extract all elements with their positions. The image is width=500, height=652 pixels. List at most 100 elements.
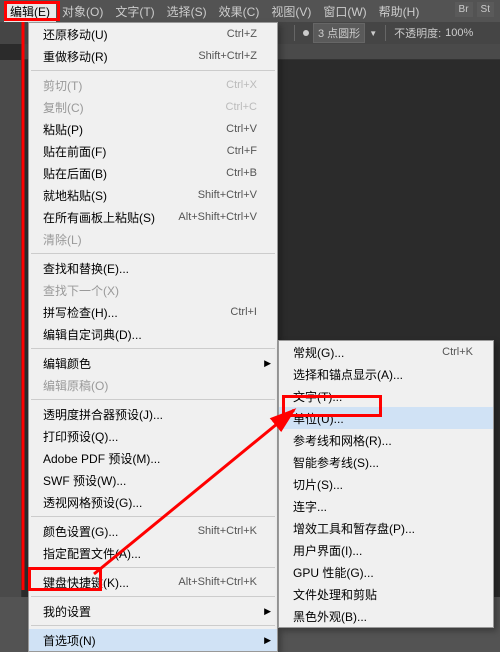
pref-submenu-item-0[interactable]: 常规(G)...Ctrl+K xyxy=(279,341,493,363)
menu-item-label: 黑色外观(B)... xyxy=(293,608,473,625)
edit-menu-item-1[interactable]: 重做移动(R)Shift+Ctrl+Z xyxy=(29,45,277,67)
edit-menu-item-27[interactable]: 指定配置文件(A)... xyxy=(29,542,277,564)
edit-menu-item-6[interactable]: 贴在前面(F) Ctrl+F xyxy=(29,140,277,162)
edit-menu-item-14[interactable]: 拼写检查(H)...Ctrl+I xyxy=(29,301,277,323)
submenu-arrow-icon: ▶ xyxy=(264,635,271,646)
edit-menu-item-4: 复制(C)Ctrl+C xyxy=(29,96,277,118)
menu-item-label: 指定配置文件(A)... xyxy=(43,545,257,562)
app-badges: Br St xyxy=(455,2,494,17)
menu-view[interactable]: 视图(V) xyxy=(265,1,317,22)
menu-item-label: 贴在前面(F) xyxy=(43,143,207,160)
menu-item-label: 查找下一个(X) xyxy=(43,282,257,299)
menu-separator xyxy=(31,253,275,254)
menu-item-label: 重做移动(R) xyxy=(43,48,178,65)
edit-menu-item-18: 编辑原稿(O) xyxy=(29,374,277,396)
menu-item-shortcut: Ctrl+V xyxy=(226,123,257,135)
menu-item-label: 用户界面(I)... xyxy=(293,542,473,559)
stroke-profile-dropdown[interactable]: 3 点圆形 xyxy=(313,23,365,43)
menu-item-label: 编辑自定词典(D)... xyxy=(43,326,257,343)
pref-submenu-item-3[interactable]: 单位(U)... xyxy=(279,407,493,429)
edit-menu-item-15[interactable]: 编辑自定词典(D)... xyxy=(29,323,277,345)
menu-window[interactable]: 窗口(W) xyxy=(317,1,372,22)
edit-menu-item-8[interactable]: 就地粘贴(S) Shift+Ctrl+V xyxy=(29,184,277,206)
menu-item-label: 编辑颜色 xyxy=(43,355,257,372)
menu-separator xyxy=(31,70,275,71)
submenu-arrow-icon: ▶ xyxy=(264,606,271,617)
edit-menu-item-21[interactable]: 打印预设(Q)... xyxy=(29,425,277,447)
edit-menu-dropdown: 还原移动(U)Ctrl+Z重做移动(R)Shift+Ctrl+Z 剪切(T) Ctr… xyxy=(28,22,278,652)
menu-item-label: 连字... xyxy=(293,498,473,515)
menu-item-label: 增效工具和暂存盘(P)... xyxy=(293,520,473,537)
pref-submenu-item-9[interactable]: 用户界面(I)... xyxy=(279,539,493,561)
submenu-arrow-icon: ▶ xyxy=(264,358,271,369)
edit-menu-item-33[interactable]: 首选项(N) ▶ xyxy=(29,629,277,651)
edit-menu-item-22[interactable]: Adobe PDF 预设(M)... xyxy=(29,447,277,469)
pref-submenu-item-12[interactable]: 黑色外观(B)... xyxy=(279,605,493,627)
pref-submenu-item-6[interactable]: 切片(S)... xyxy=(279,473,493,495)
menu-effect[interactable]: 效果(C) xyxy=(213,1,266,22)
menu-edit[interactable]: 编辑(E) xyxy=(4,1,56,22)
pref-submenu-item-1[interactable]: 选择和锚点显示(A)... xyxy=(279,363,493,385)
menu-item-label: Adobe PDF 预设(M)... xyxy=(43,450,257,467)
menu-type[interactable]: 文字(T) xyxy=(109,1,160,22)
pref-submenu-item-2[interactable]: 文字(T)... xyxy=(279,385,493,407)
menu-item-label: 常规(G)... xyxy=(293,344,422,361)
menu-item-label: 就地粘贴(S) xyxy=(43,187,178,204)
menu-item-label: 键盘快捷键(K)... xyxy=(43,574,158,591)
menu-item-label: 打印预设(Q)... xyxy=(43,428,257,445)
menu-item-label: 清除(L) xyxy=(43,231,257,248)
menu-object[interactable]: 对象(O) xyxy=(56,1,109,22)
menu-item-label: 文件处理和剪贴 xyxy=(293,586,473,603)
edit-menu-item-0[interactable]: 还原移动(U)Ctrl+Z xyxy=(29,23,277,45)
menu-item-shortcut: Ctrl+X xyxy=(226,79,257,91)
opacity-value[interactable]: 100% xyxy=(445,27,473,39)
menu-item-shortcut: Ctrl+F xyxy=(227,145,257,157)
menu-item-label: 复制(C) xyxy=(43,99,206,116)
edit-menu-item-5[interactable]: 粘贴(P)Ctrl+V xyxy=(29,118,277,140)
edit-menu-item-29[interactable]: 键盘快捷键(K)... Alt+Shift+Ctrl+K xyxy=(29,571,277,593)
edit-menu-item-23[interactable]: SWF 预设(W)... xyxy=(29,469,277,491)
menu-item-label: 首选项(N) xyxy=(43,632,257,649)
menu-item-shortcut: Alt+Shift+Ctrl+K xyxy=(178,576,257,588)
menu-item-shortcut: Ctrl+B xyxy=(226,167,257,179)
edit-menu-item-24[interactable]: 透视网格预设(G)... xyxy=(29,491,277,513)
menu-item-label: 编辑原稿(O) xyxy=(43,377,257,394)
edit-menu-item-7[interactable]: 贴在后面(B)Ctrl+B xyxy=(29,162,277,184)
pref-submenu-item-8[interactable]: 增效工具和暂存盘(P)... xyxy=(279,517,493,539)
menu-separator xyxy=(31,625,275,626)
preferences-submenu: 常规(G)...Ctrl+K 选择和锚点显示(A)... 文字(T)... 单位(U)… xyxy=(278,340,494,628)
stock-badge[interactable]: St xyxy=(477,2,494,17)
edit-menu-item-17[interactable]: 编辑颜色 ▶ xyxy=(29,352,277,374)
chevron-down-icon: ▼ xyxy=(369,29,377,38)
edit-menu-item-13: 查找下一个(X) xyxy=(29,279,277,301)
pref-submenu-item-11[interactable]: 文件处理和剪贴 xyxy=(279,583,493,605)
menu-item-label: 剪切(T) xyxy=(43,77,206,94)
edit-menu-item-10: 清除(L) xyxy=(29,228,277,250)
menu-select[interactable]: 选择(S) xyxy=(161,1,213,22)
edit-menu-item-26[interactable]: 颜色设置(G)... Shift+Ctrl+K xyxy=(29,520,277,542)
pref-submenu-item-4[interactable]: 参考线和网格(R)... xyxy=(279,429,493,451)
menu-item-shortcut: Alt+Shift+Ctrl+V xyxy=(178,211,257,223)
bridge-badge[interactable]: Br xyxy=(455,2,473,17)
edit-menu-item-31[interactable]: 我的设置 ▶ xyxy=(29,600,277,622)
menu-item-label: 在所有画板上粘贴(S) xyxy=(43,209,158,226)
edit-menu-item-12[interactable]: 查找和替换(E)... xyxy=(29,257,277,279)
menu-item-shortcut: Shift+Ctrl+V xyxy=(198,189,257,201)
edit-menu-item-9[interactable]: 在所有画板上粘贴(S) Alt+Shift+Ctrl+V xyxy=(29,206,277,228)
menu-item-label: 选择和锚点显示(A)... xyxy=(293,366,473,383)
menu-item-label: 我的设置 xyxy=(43,603,257,620)
opacity-label: 不透明度: xyxy=(394,25,441,41)
pref-submenu-item-5[interactable]: 智能参考线(S)... xyxy=(279,451,493,473)
bullet-icon xyxy=(303,30,309,36)
menu-item-shortcut: Shift+Ctrl+K xyxy=(198,525,257,537)
pref-submenu-item-10[interactable]: GPU 性能(G)... xyxy=(279,561,493,583)
menu-item-label: 颜色设置(G)... xyxy=(43,523,178,540)
edit-menu-item-20[interactable]: 透明度拼合器预设(J)... xyxy=(29,403,277,425)
menu-item-label: 单位(U)... xyxy=(293,410,473,427)
menu-item-label: SWF 预设(W)... xyxy=(43,472,257,489)
menu-item-label: 透视网格预设(G)... xyxy=(43,494,257,511)
menu-help[interactable]: 帮助(H) xyxy=(373,1,426,22)
menu-item-label: 还原移动(U) xyxy=(43,26,207,43)
pref-submenu-item-7[interactable]: 连字... xyxy=(279,495,493,517)
ruler-vertical[interactable] xyxy=(0,60,22,597)
